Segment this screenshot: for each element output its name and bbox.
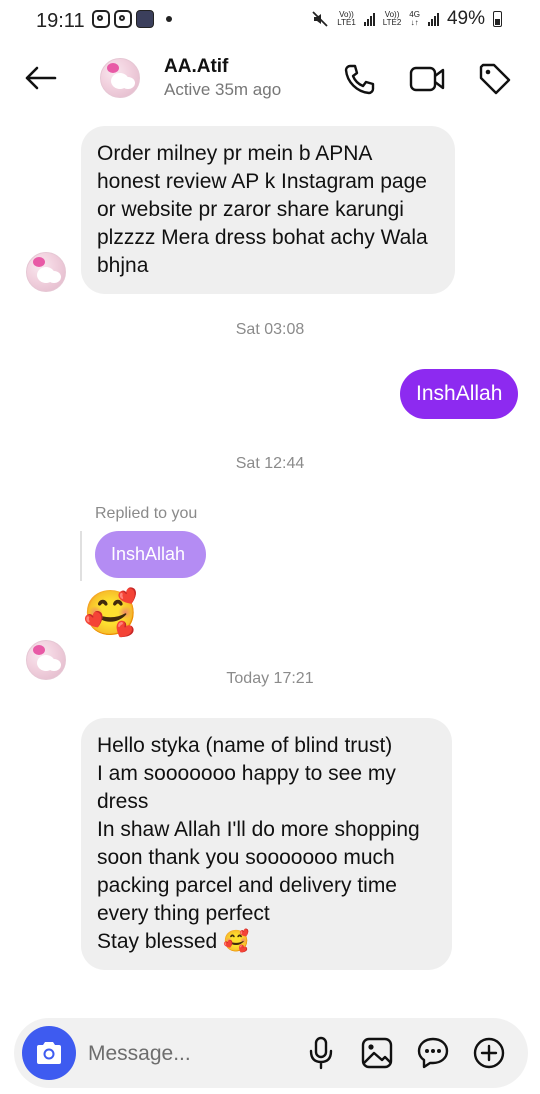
plus-icon	[473, 1037, 505, 1069]
phone-icon	[344, 64, 375, 95]
back-arrow-icon	[25, 66, 57, 90]
quoted-message[interactable]: InshAllah	[95, 531, 206, 578]
system-icons: Vo)) LTE1 Vo)) LTE2 4G ↓↑ 49%	[311, 8, 502, 30]
voice-message-button[interactable]	[302, 1034, 340, 1072]
video-call-button[interactable]	[408, 60, 446, 98]
chat-header: AA.Atif Active 35m ago	[0, 44, 540, 112]
message-line: In shaw Allah I'll do more shopping soon…	[97, 818, 420, 925]
quoted-text: InshAllah	[111, 544, 186, 564]
message-text: Order milney pr mein b APNA honest revie…	[97, 142, 428, 277]
message-composer	[14, 1018, 528, 1088]
contact-name[interactable]: AA.Atif	[164, 56, 228, 78]
timestamp: Today 17:21	[226, 670, 314, 687]
incoming-message[interactable]: Order milney pr mein b APNA honest revie…	[81, 126, 455, 294]
sim1-signal-icon	[363, 12, 375, 26]
gallery-button[interactable]	[358, 1034, 396, 1072]
camera-button[interactable]	[22, 1026, 76, 1080]
incoming-message[interactable]: Hello styka (name of blind trust) I am s…	[81, 718, 452, 970]
contact-avatar[interactable]	[100, 58, 140, 98]
app-notification-icon	[136, 10, 154, 28]
sticker-button[interactable]	[414, 1034, 452, 1072]
image-icon	[361, 1037, 393, 1069]
camera-icon	[37, 1042, 61, 1064]
sim1-indicator: Vo)) LTE1	[337, 10, 356, 27]
tag-button[interactable]	[476, 60, 514, 98]
battery-percent: 49%	[446, 8, 485, 29]
sim2-signal-icon	[427, 12, 439, 26]
message-line: Hello styka (name of blind trust)	[97, 734, 393, 757]
audio-call-button[interactable]	[340, 60, 378, 98]
instagram-notification-icon	[114, 10, 132, 28]
sender-avatar[interactable]	[26, 252, 66, 292]
timestamp: Sat 03:08	[235, 321, 305, 338]
sim2-indicator: Vo)) LTE2	[382, 10, 402, 27]
reply-label: Replied to you	[95, 505, 198, 522]
network-type: 4G ↓↑	[409, 10, 420, 27]
reply-indicator-bar	[80, 531, 82, 581]
sticker-icon	[417, 1037, 449, 1069]
message-line: Stay blessed 🥰	[97, 930, 250, 953]
instagram-notification-icon	[92, 10, 110, 28]
battery-icon	[493, 11, 502, 27]
microphone-icon	[309, 1036, 333, 1070]
message-input[interactable]	[86, 1036, 290, 1072]
more-options-button[interactable]	[470, 1034, 508, 1072]
timestamp: Sat 12:44	[235, 455, 305, 472]
smiling-face-with-hearts-emoji: 🥰	[83, 589, 138, 638]
more-notifications-dot-icon	[166, 16, 172, 22]
status-time: 19:11	[36, 10, 85, 32]
contact-active-status: Active 35m ago	[164, 80, 282, 99]
message-line: I am sooooooo happy to see my dress	[97, 762, 396, 813]
mute-icon	[312, 11, 328, 27]
status-bar: 19:11 Vo)) LTE1 Vo)) LTE2 4G ↓↑ 49%	[0, 0, 540, 42]
notification-icons	[92, 10, 172, 28]
message-text: InshAllah	[416, 382, 503, 405]
outgoing-message[interactable]: InshAllah	[400, 369, 519, 419]
video-icon	[409, 66, 445, 92]
emoji-message[interactable]: 🥰	[83, 589, 138, 639]
tag-icon	[479, 63, 511, 95]
back-button[interactable]	[22, 60, 58, 96]
